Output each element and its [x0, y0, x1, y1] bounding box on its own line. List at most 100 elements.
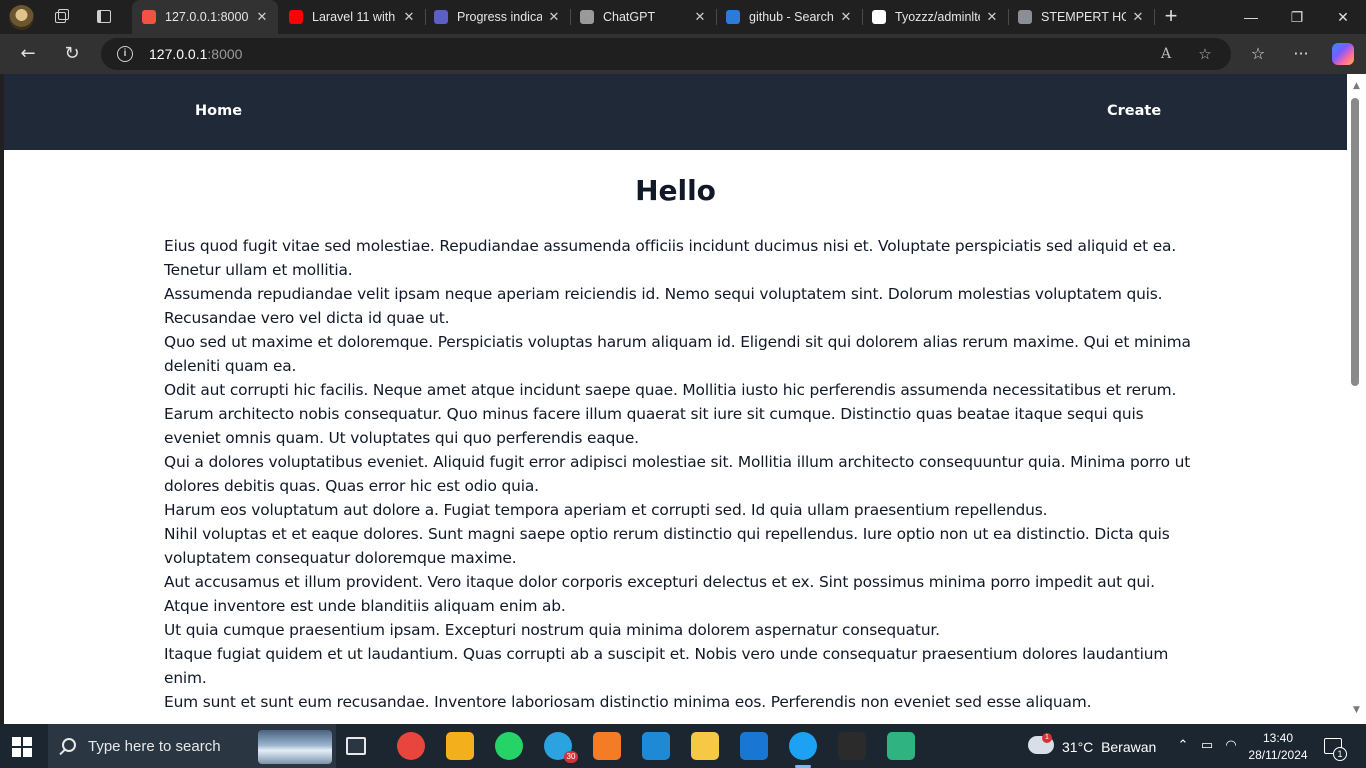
- browser-toolbar: ← ↻ i 127.0.0.1:8000 A ☆ ☆ ···: [0, 34, 1366, 74]
- close-tab-icon[interactable]: ✕: [1130, 9, 1146, 25]
- close-tab-icon[interactable]: ✕: [546, 9, 562, 25]
- taskbar-search[interactable]: Type here to search: [48, 724, 336, 768]
- content-body: Eius quod fugit vitae sed molestiae. Rep…: [164, 234, 1194, 714]
- close-tab-icon[interactable]: ✕: [254, 9, 270, 25]
- paypal-like-icon[interactable]: [740, 732, 768, 760]
- vertical-tabs-icon[interactable]: [95, 8, 113, 26]
- close-tab-icon[interactable]: ✕: [984, 9, 1000, 25]
- content-paragraph: Qui a dolores voluptatibus eveniet. Aliq…: [164, 453, 1191, 495]
- browser-tab[interactable]: 127.0.0.1:8000 ✕: [132, 0, 278, 34]
- content-paragraph: Harum eos voluptatum aut dolore a. Fugia…: [164, 501, 1048, 519]
- search-placeholder: Type here to search: [88, 738, 221, 755]
- url-text[interactable]: 127.0.0.1:8000: [149, 46, 242, 62]
- bing-search-icon: [726, 10, 740, 24]
- copilot-icon[interactable]: [1332, 43, 1354, 65]
- chevron-up-icon[interactable]: ⌃: [1175, 738, 1191, 754]
- content-paragraph: Earum architecto nobis consequatur. Quo …: [164, 405, 1144, 447]
- browser-tab[interactable]: STEMPERT HOTS ✕: [1008, 0, 1155, 34]
- whatsapp-icon[interactable]: [495, 732, 523, 760]
- clock-date: 28/11/2024: [1248, 748, 1308, 762]
- read-aloud-icon[interactable]: A: [1155, 44, 1177, 64]
- task-view-icon[interactable]: [346, 737, 366, 755]
- scroll-up-arrow-icon[interactable]: ▲: [1351, 82, 1362, 91]
- github-icon: [872, 10, 886, 24]
- tab-title: ChatGPT: [603, 10, 656, 24]
- chevrons-icon: [434, 10, 448, 24]
- tab-strip: 127.0.0.1:8000 ✕ Laravel 11 with l ✕ Progres…: [0, 0, 1366, 34]
- browser-tab[interactable]: Progress indicat ✕: [424, 0, 571, 34]
- url-host: 127.0.0.1: [149, 46, 208, 62]
- favorites-icon[interactable]: ☆: [1246, 42, 1270, 66]
- address-bar[interactable]: i 127.0.0.1:8000 A ☆: [101, 38, 1231, 70]
- browser-tab[interactable]: Tyozzz/adminlte ✕: [862, 0, 1009, 34]
- content-paragraph: Odit aut corrupti hic facilis. Neque ame…: [164, 381, 1177, 399]
- nav-home-link[interactable]: Home: [195, 103, 242, 119]
- content-paragraph: Eius quod fugit vitae sed molestiae. Rep…: [164, 237, 1177, 279]
- scroll-down-arrow-icon[interactable]: ▼: [1351, 706, 1362, 715]
- reload-button[interactable]: ↻: [59, 42, 85, 66]
- battery-icon[interactable]: ▭: [1199, 738, 1215, 754]
- search-highlight-image: [258, 730, 332, 764]
- weather-condition: Berawan: [1101, 739, 1157, 755]
- site-info-icon[interactable]: i: [117, 46, 133, 62]
- page-viewport: Home Create Hello Eius quod fugit vitae …: [4, 74, 1347, 724]
- add-favorite-icon[interactable]: ☆: [1194, 44, 1216, 64]
- git-kraken-icon[interactable]: [887, 732, 915, 760]
- minimize-button[interactable]: —: [1228, 0, 1274, 34]
- content-paragraph: Aut accusamus et illum provident. Vero i…: [164, 573, 1155, 615]
- clock-time: 13:40: [1262, 731, 1294, 745]
- tab-title: STEMPERT HOTS: [1041, 10, 1126, 24]
- microsoft-store-icon[interactable]: [446, 732, 474, 760]
- page-scrollbar[interactable]: ▲ ▼: [1347, 74, 1366, 724]
- close-tab-icon[interactable]: ✕: [401, 9, 417, 25]
- weather-temp: 31°C: [1062, 739, 1094, 755]
- terminal-icon[interactable]: [838, 732, 866, 760]
- browser-tab[interactable]: github - Search ✕: [716, 0, 863, 34]
- chrome-icon[interactable]: [397, 732, 425, 760]
- search-icon: [62, 738, 76, 752]
- system-clock[interactable]: 13:40 28/11/2024: [1246, 730, 1310, 764]
- scrollbar-thumb[interactable]: [1351, 98, 1359, 386]
- workspaces-icon[interactable]: [53, 8, 71, 26]
- edge-icon[interactable]: [789, 732, 817, 768]
- laravel-icon: [142, 10, 156, 24]
- close-tab-icon[interactable]: ✕: [692, 9, 708, 25]
- url-port: :8000: [207, 46, 243, 62]
- youtube-icon: [289, 10, 303, 24]
- chatgpt-icon: [580, 10, 594, 24]
- tab-title: 127.0.0.1:8000: [165, 10, 249, 24]
- new-tab-button[interactable]: +: [1160, 5, 1182, 28]
- close-window-button[interactable]: ✕: [1320, 0, 1366, 34]
- tab-title: Laravel 11 with l: [312, 10, 397, 24]
- close-tab-icon[interactable]: ✕: [838, 9, 854, 25]
- settings-menu-icon[interactable]: ···: [1289, 42, 1313, 66]
- browser-tab[interactable]: Laravel 11 with l ✕: [279, 0, 426, 34]
- content-paragraph: Ut quia cumque praesentium ipsam. Except…: [164, 621, 940, 639]
- document-icon: [1018, 10, 1032, 24]
- content-paragraph: Nihil voluptas et et eaque dolores. Sunt…: [164, 525, 1170, 567]
- tab-title: Progress indicat: [457, 10, 542, 24]
- content-paragraph: Assumenda repudiandae velit ipsam neque …: [164, 285, 1163, 327]
- content-paragraph: Quo sed ut maxime et doloremque. Perspic…: [164, 333, 1191, 375]
- nav-create-link[interactable]: Create: [1107, 103, 1161, 119]
- weather-widget[interactable]: 31°C Berawan: [1062, 739, 1156, 755]
- page-title: Hello: [635, 174, 716, 207]
- site-navbar: Home Create: [4, 74, 1347, 150]
- telegram-icon[interactable]: 30: [544, 732, 578, 763]
- weather-badge: 1: [1042, 733, 1052, 743]
- tab-separator: [1154, 9, 1155, 25]
- back-button[interactable]: ←: [15, 42, 41, 66]
- content-paragraph: Eum sunt et sunt eum recusandae. Invento…: [164, 693, 1092, 711]
- browser-tab[interactable]: ChatGPT ✕: [570, 0, 717, 34]
- xampp-icon[interactable]: [593, 732, 621, 760]
- windows-start-icon[interactable]: [12, 737, 32, 757]
- content-paragraph: Itaque fugiat quidem et ut laudantium. Q…: [164, 645, 1169, 687]
- restore-button[interactable]: ❐: [1274, 0, 1320, 34]
- profile-avatar[interactable]: [9, 5, 34, 30]
- windows-taskbar: Type here to search 30 1 31°C Berawan ⌃ …: [0, 724, 1366, 768]
- file-explorer-icon[interactable]: [691, 732, 719, 760]
- wifi-icon[interactable]: ◠: [1223, 738, 1239, 754]
- vscode-icon[interactable]: [642, 732, 670, 760]
- tab-title: Tyozzz/adminlte: [895, 10, 980, 24]
- app-badge: 30: [564, 751, 578, 763]
